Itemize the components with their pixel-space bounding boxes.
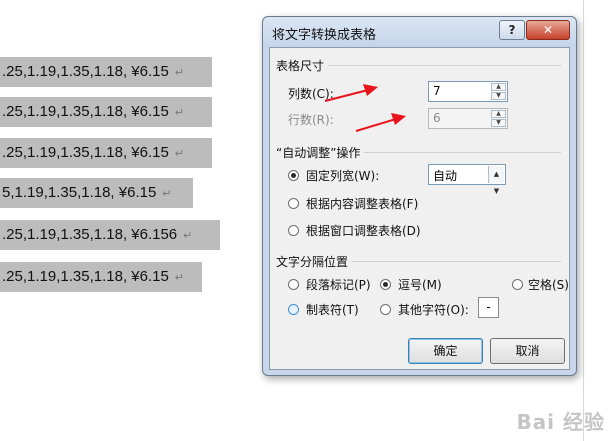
baidu-watermark: Bai 经验 [516,410,605,434]
arrow-to-columns-icon [324,84,378,102]
annotation-arrows [324,84,406,132]
arrow-to-rows-icon [355,113,406,132]
